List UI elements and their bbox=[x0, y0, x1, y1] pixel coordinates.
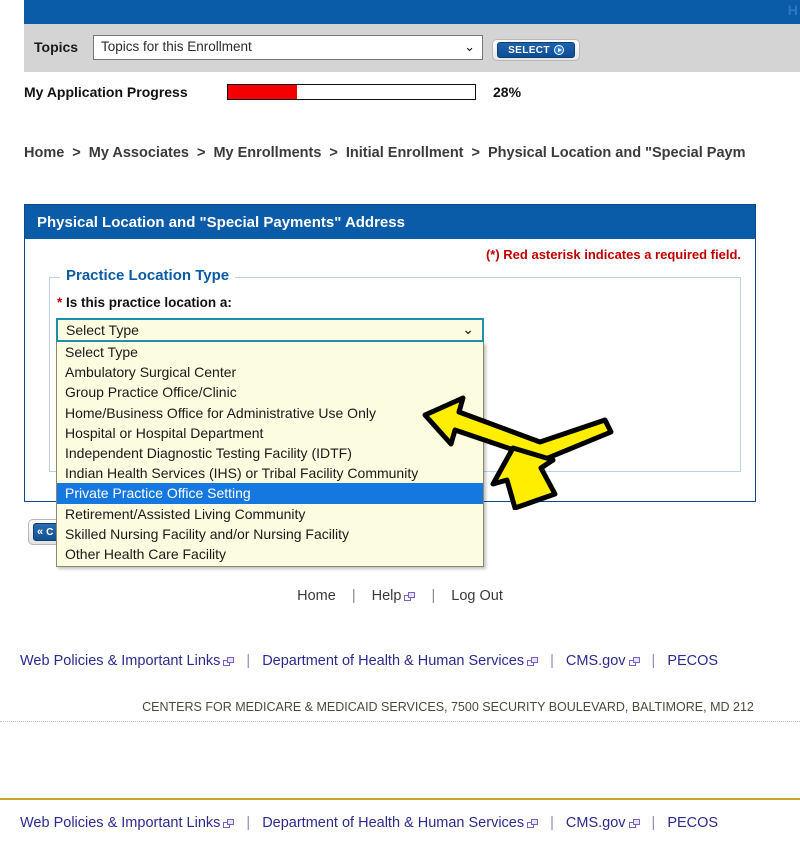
footer-link[interactable]: Web Policies & Important Links bbox=[20, 815, 235, 831]
chevron-double-left-icon: « bbox=[37, 526, 44, 538]
new-window-icon bbox=[527, 819, 539, 828]
link-home[interactable]: Home bbox=[297, 588, 336, 604]
link-log-out[interactable]: Log Out bbox=[451, 588, 503, 604]
footer-link-separator: | bbox=[550, 815, 554, 831]
select-option[interactable]: Group Practice Office/Clinic bbox=[57, 382, 483, 402]
required-asterisk: * bbox=[57, 295, 63, 310]
breadcrumb-item[interactable]: My Associates bbox=[89, 145, 189, 161]
footer-link-label: Department of Health & Human Services bbox=[262, 653, 525, 669]
breadcrumb-item[interactable]: My Enrollments bbox=[213, 145, 321, 161]
cms-address-line: CENTERS FOR MEDICARE & MEDICAID SERVICES… bbox=[142, 700, 754, 714]
select-button-label: SELECT bbox=[508, 44, 550, 56]
topics-dropdown-value: Topics for this Enrollment bbox=[101, 39, 252, 54]
footer-link[interactable]: Department of Health & Human Services bbox=[262, 653, 539, 669]
chevron-down-icon: ⌄ bbox=[464, 39, 475, 54]
breadcrumb-separator: > bbox=[72, 145, 81, 161]
footer-link-separator: | bbox=[246, 653, 251, 669]
footer-link-separator: | bbox=[550, 653, 554, 669]
footer-link-label: PECOS bbox=[667, 653, 719, 669]
link-separator: | bbox=[351, 588, 356, 604]
new-window-icon bbox=[527, 657, 539, 666]
footer-link-label: CMS.gov bbox=[565, 815, 626, 831]
chevron-down-icon: ⌄ bbox=[462, 321, 474, 337]
link-help[interactable]: Help bbox=[372, 588, 416, 604]
progress-label: My Application Progress bbox=[24, 84, 188, 100]
select-option[interactable]: Select Type bbox=[57, 342, 483, 362]
footer-link-separator: | bbox=[246, 815, 251, 831]
footer-link[interactable]: CMS.gov bbox=[566, 653, 640, 669]
dotted-divider bbox=[0, 721, 800, 722]
gold-divider bbox=[0, 798, 800, 800]
topics-label: Topics bbox=[34, 39, 79, 55]
footer-link[interactable]: Department of Health & Human Services bbox=[262, 815, 539, 831]
footer-links-bottom: Web Policies & Important Links | Departmen… bbox=[20, 815, 800, 831]
select-current-value: Select Type bbox=[66, 322, 139, 338]
footer-link[interactable]: Web Policies & Important Links bbox=[20, 653, 235, 669]
new-window-icon bbox=[223, 657, 235, 666]
footer-link[interactable]: PECOS bbox=[667, 815, 718, 831]
footer-link-separator: | bbox=[651, 653, 656, 669]
select-closed-box[interactable]: Select Type ⌄ bbox=[56, 318, 484, 342]
practice-location-field-label: * Is this practice location a: bbox=[57, 295, 232, 310]
select-option[interactable]: Independent Diagnostic Testing Facility … bbox=[57, 443, 483, 463]
breadcrumb-item[interactable]: Physical Location and "Special Paym bbox=[488, 145, 746, 161]
footer-links: Web Policies & Important Links | Departmen… bbox=[20, 653, 800, 669]
new-window-icon bbox=[628, 819, 640, 828]
application-progress: My Application Progress 28% bbox=[24, 82, 624, 104]
top-blue-bar: H bbox=[24, 0, 800, 24]
new-window-icon bbox=[223, 819, 235, 828]
select-option[interactable]: Home/Business Office for Administrative … bbox=[57, 403, 483, 423]
breadcrumb-item[interactable]: Initial Enrollment bbox=[346, 145, 464, 161]
required-field-note: (*) Red asterisk indicates a required fi… bbox=[485, 247, 741, 262]
progress-bar-fill bbox=[228, 85, 298, 99]
breadcrumb-separator: > bbox=[196, 145, 206, 161]
breadcrumb-item[interactable]: Home bbox=[24, 145, 64, 161]
select-option[interactable]: Private Practice Office Setting bbox=[57, 483, 483, 504]
new-window-icon bbox=[404, 592, 416, 601]
progress-percent-text: 28% bbox=[493, 84, 522, 100]
select-option[interactable]: Hospital or Hospital Department bbox=[57, 423, 483, 443]
topics-toolbar: Topics Topics for this Enrollment ⌄ bbox=[24, 24, 800, 72]
new-window-icon bbox=[628, 657, 640, 666]
select-option[interactable]: Ambulatory Surgical Center bbox=[57, 362, 483, 382]
topics-dropdown[interactable]: Topics for this Enrollment ⌄ bbox=[93, 35, 483, 60]
breadcrumb-separator: > bbox=[329, 145, 338, 161]
footer-link-label: Department of Health & Human Services bbox=[262, 815, 525, 831]
footer-link-label: Web Policies & Important Links bbox=[20, 653, 221, 669]
footer-link[interactable]: PECOS bbox=[667, 653, 718, 669]
select-option[interactable]: Indian Health Services (IHS) or Tribal F… bbox=[57, 463, 483, 483]
practice-location-type-select[interactable]: Select Type ⌄ Select Type Ambulatory Surg… bbox=[56, 318, 484, 568]
footer-link-label: PECOS bbox=[667, 815, 719, 831]
breadcrumb-separator: > bbox=[471, 145, 480, 161]
fieldset-legend: Practice Location Type bbox=[60, 267, 236, 284]
breadcrumb: Home > My Associates > My Enrollments > Initia… bbox=[24, 145, 800, 161]
footer-link-separator: | bbox=[651, 815, 656, 831]
select-option[interactable]: Skilled Nursing Facility and/or Nursing … bbox=[57, 524, 483, 544]
link-help-label: Help bbox=[371, 588, 402, 604]
footer-link[interactable]: CMS.gov bbox=[566, 815, 640, 831]
previous-page-button-label: C bbox=[46, 526, 54, 538]
footer-link-label: CMS.gov bbox=[565, 653, 626, 669]
select-option[interactable]: Other Health Care Facility bbox=[57, 544, 483, 564]
progress-bar-track bbox=[227, 84, 476, 100]
practice-location-label-text: Is this practice location a: bbox=[66, 295, 232, 310]
select-button[interactable]: SELECT bbox=[492, 39, 580, 61]
select-option[interactable]: Retirement/Assisted Living Community bbox=[57, 504, 483, 524]
topbar-cut-text: H bbox=[787, 2, 798, 18]
play-arrow-icon bbox=[553, 45, 564, 55]
page-links: Home | Help | Log Out bbox=[0, 588, 800, 604]
page-title: Physical Location and "Special Payments"… bbox=[25, 205, 755, 239]
select-button-face: SELECT bbox=[497, 42, 575, 58]
footer-link-label: Web Policies & Important Links bbox=[20, 815, 221, 831]
select-options-list[interactable]: Select Type Ambulatory Surgical Center Gro… bbox=[56, 342, 484, 568]
link-separator: | bbox=[431, 588, 436, 604]
